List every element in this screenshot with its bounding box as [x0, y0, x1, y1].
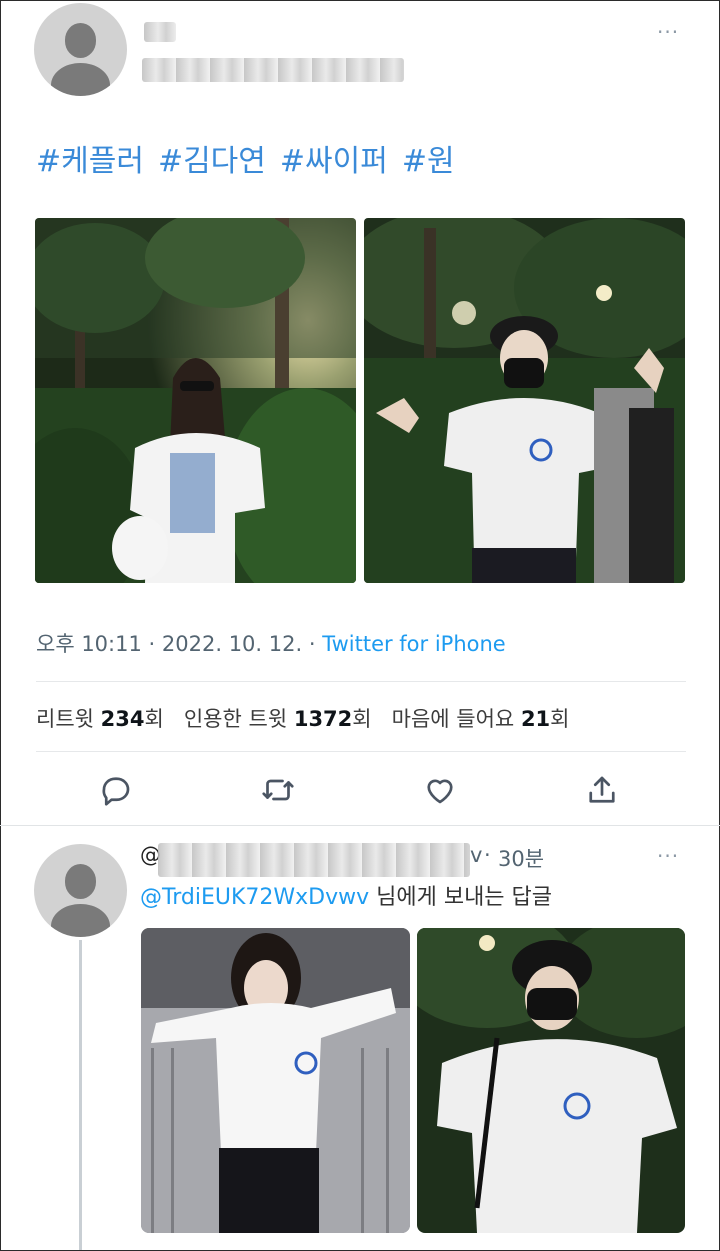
reply-time[interactable]: 30분	[498, 843, 544, 873]
quotes-unit: 회	[352, 707, 372, 731]
reply-icon[interactable]	[98, 772, 134, 808]
retweets-stat[interactable]: 리트윗 234회	[36, 707, 164, 731]
quotes-count: 1372	[293, 707, 353, 731]
studio-photo-woman	[141, 928, 410, 1233]
mention-link[interactable]: @TrdiEUK72WxDvwv	[140, 885, 369, 910]
hashtag-link[interactable]: #김다연	[158, 144, 266, 179]
tweet-time: 오후 10:11	[36, 632, 142, 656]
tweet-photo-2[interactable]	[364, 218, 685, 583]
hashtag-link[interactable]: #케플러	[36, 144, 144, 179]
tweet-source-link[interactable]: Twitter for iPhone	[322, 632, 506, 656]
night-garden-photo-woman	[35, 218, 356, 583]
retweets-count: 234	[100, 707, 145, 731]
reply-more-options-icon[interactable]: ···	[657, 844, 679, 868]
tweet-date: 2022. 10. 12.	[161, 632, 303, 656]
meta-separator: ·	[484, 843, 491, 867]
divider	[36, 681, 686, 682]
night-garden-photo-man	[364, 218, 685, 583]
share-icon[interactable]	[584, 772, 620, 808]
author-avatar[interactable]	[34, 3, 127, 96]
author-display-name-blurred[interactable]	[144, 22, 176, 42]
tweet-separator	[0, 825, 720, 826]
retweets-unit: 회	[144, 707, 164, 731]
reply-handle-suffix: v	[470, 843, 483, 867]
tweet-photo-1[interactable]	[35, 218, 356, 583]
tweet-hashtags: #케플러 #김다연 #싸이퍼 #원	[36, 136, 469, 180]
meta-separator: ·	[308, 632, 316, 656]
tweet-meta: 오후 10:11 · 2022. 10. 12. · Twitter for i…	[36, 628, 506, 658]
likes-stat[interactable]: 마음에 들어요 21회	[392, 707, 570, 731]
hashtag-link[interactable]: #싸이퍼	[280, 144, 388, 179]
like-icon[interactable]	[422, 772, 458, 808]
meta-separator: ·	[148, 632, 156, 656]
reply-header: @ v · 30분	[140, 843, 550, 877]
hashtag-link[interactable]: #원	[402, 144, 455, 179]
avatar-body-shape	[50, 62, 111, 96]
quotes-stat[interactable]: 인용한 트윗 1372회	[184, 707, 372, 731]
more-options-icon[interactable]: ···	[657, 20, 679, 44]
reply-author-name-blurred[interactable]	[158, 843, 470, 877]
tweet-stats: 리트윗 234회 인용한 트윗 1372회 마음에 들어요 21회	[36, 703, 570, 733]
likes-unit: 회	[550, 707, 570, 731]
likes-count: 21	[520, 707, 551, 731]
quotes-label: 인용한 트윗	[183, 707, 288, 731]
avatar-body-shape	[50, 903, 111, 937]
avatar-head-shape	[64, 23, 97, 58]
night-photo-man	[417, 928, 685, 1233]
replying-to-text: 님에게 보내는 답글	[376, 885, 553, 910]
reply-author-avatar[interactable]	[34, 844, 127, 937]
reply-photo-1[interactable]	[141, 928, 410, 1233]
reply-photo-2[interactable]	[417, 928, 685, 1233]
retweets-label: 리트윗	[36, 707, 94, 731]
replying-to: @TrdiEUK72WxDvwv 님에게 보내는 답글	[140, 879, 552, 911]
retweet-icon[interactable]	[260, 772, 296, 808]
thread-line	[79, 940, 82, 1250]
likes-label: 마음에 들어요	[391, 707, 515, 731]
avatar-head-shape	[64, 864, 97, 899]
author-handle-blurred[interactable]	[142, 58, 404, 82]
divider	[36, 751, 686, 752]
